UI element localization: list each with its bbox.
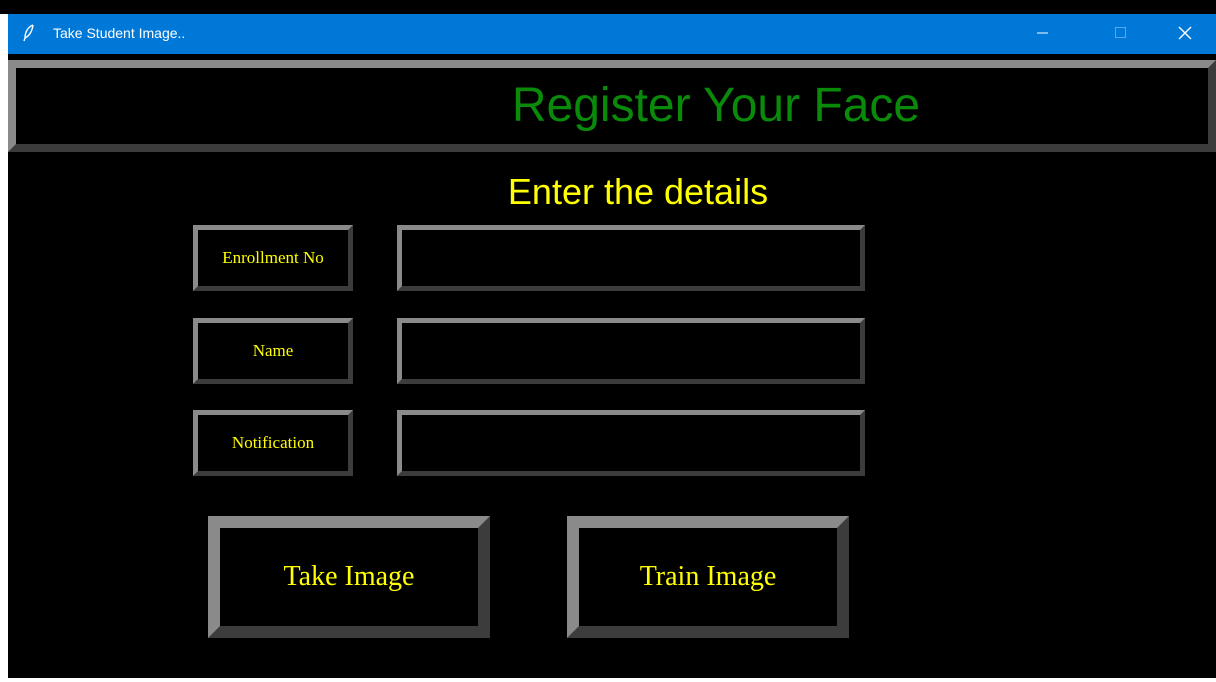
feather-icon — [22, 24, 38, 42]
name-label: Name — [193, 318, 353, 384]
client-area: Register Your Face Enter the details Enr… — [8, 54, 1216, 678]
name-field[interactable] — [397, 318, 865, 384]
take-image-button[interactable]: Take Image — [208, 516, 490, 638]
page-title: Register Your Face — [511, 79, 921, 132]
train-image-label: Train Image — [639, 561, 777, 592]
form-heading: Enter the details — [507, 171, 769, 212]
take-image-label: Take Image — [283, 561, 415, 592]
minimize-icon — [1037, 26, 1049, 42]
maximize-icon — [1115, 26, 1127, 42]
enrollment-field[interactable] — [397, 225, 865, 291]
enrollment-label: Enrollment No — [193, 225, 353, 291]
close-button[interactable] — [1162, 14, 1208, 54]
window-title: Take Student Image.. — [53, 25, 186, 41]
enrollment-label-text: Enrollment No — [222, 248, 324, 267]
notification-field[interactable] — [397, 410, 865, 476]
background-strip — [0, 0, 1216, 14]
application-window: Take Student Image.. Register Your Face … — [0, 0, 1216, 682]
title-bar[interactable]: Take Student Image.. — [8, 14, 1216, 54]
train-image-button[interactable]: Train Image — [567, 516, 849, 638]
close-icon — [1178, 26, 1192, 43]
window-bottom-border — [8, 678, 1216, 682]
minimize-button[interactable] — [1020, 14, 1066, 54]
notification-input[interactable] — [402, 415, 860, 471]
header-panel: Register Your Face — [8, 60, 1216, 152]
maximize-button[interactable] — [1098, 14, 1144, 54]
name-label-text: Name — [252, 341, 294, 360]
notification-label-text: Notification — [231, 433, 315, 452]
name-input[interactable] — [402, 323, 860, 379]
notification-label: Notification — [193, 410, 353, 476]
enrollment-input[interactable] — [402, 230, 860, 286]
